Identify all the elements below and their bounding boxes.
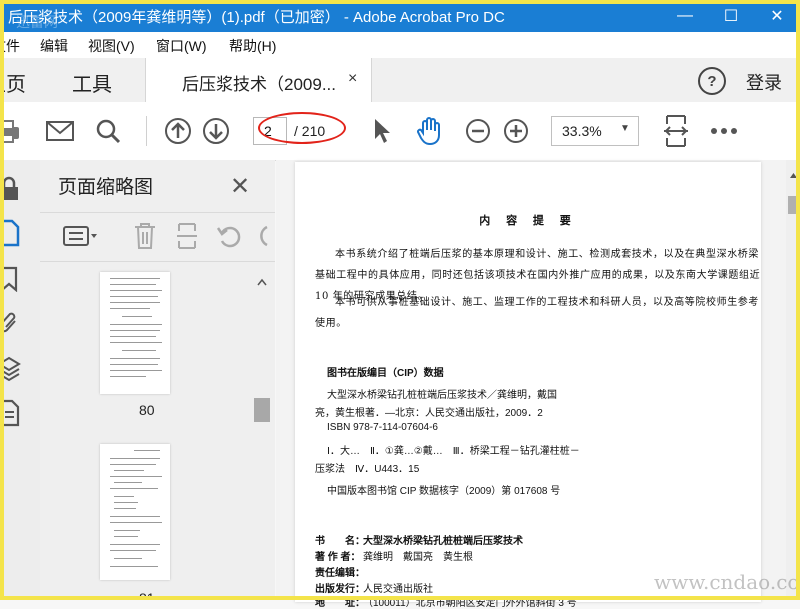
zoom-level-select[interactable]: 33.3% ▼ xyxy=(551,116,639,146)
site-watermark: www.cndao.com xyxy=(654,570,800,594)
tabs-row: 主页 工具 后压浆技术（2009... × ? 登录 xyxy=(0,58,800,103)
close-tab-icon[interactable]: × xyxy=(348,70,357,88)
tab-document[interactable]: 后压浆技术（2009... × xyxy=(145,58,372,102)
tab-tools[interactable]: 工具 xyxy=(72,68,112,97)
scroll-up-icon[interactable] xyxy=(257,278,267,286)
tab-home[interactable]: 主页 xyxy=(0,68,26,97)
page-heading: 内 容 提 要 xyxy=(479,214,577,227)
rotate-page-icon[interactable] xyxy=(214,221,244,251)
page-total: / 210 xyxy=(294,123,326,139)
menu-file[interactable]: 文件 xyxy=(0,36,20,56)
help-icon[interactable]: ? xyxy=(698,67,726,95)
minimize-button[interactable]: — xyxy=(662,0,708,32)
login-button[interactable]: 登录 xyxy=(746,69,782,95)
panel-scroll-thumb[interactable] xyxy=(254,398,270,422)
audience-paragraph: 本书可供从事桩基础设计、施工、监理工作的工程技术和科研人员，以及高等院校师生参考… xyxy=(315,297,759,329)
menu-help[interactable]: 帮助(H) xyxy=(229,36,276,56)
menu-edit[interactable]: 编辑 xyxy=(40,36,68,56)
cip-line: 压浆法 Ⅳ．U443．15 xyxy=(315,464,420,475)
cip-title: 图书在版编目（CIP）数据 xyxy=(327,368,444,379)
options-menu-icon[interactable] xyxy=(60,221,100,251)
publisher-label: 出版发行： xyxy=(315,584,365,595)
zoom-value: 33.3% xyxy=(562,123,602,139)
title-bar[interactable]: 后压浆技术（2009年龚维明等）(1).pdf（已加密） - Adobe Acr… xyxy=(0,0,800,32)
more-icon[interactable] xyxy=(708,115,740,147)
document-tab-label: 后压浆技术（2009... xyxy=(182,75,336,94)
menu-view[interactable]: 视图(V) xyxy=(88,36,135,56)
page-thumbnails-icon[interactable] xyxy=(0,218,24,248)
panel-title: 页面缩略图 xyxy=(58,177,154,198)
book-label: 书 名： xyxy=(315,536,365,547)
toolbar-separator xyxy=(146,116,147,146)
page-number-input[interactable]: 2 xyxy=(253,117,287,145)
toolbar: 2 / 210 33.3% ▼ xyxy=(0,102,800,161)
thumbnail-page-80[interactable] xyxy=(100,272,170,394)
thumbnail-page-number: 81 xyxy=(139,590,155,600)
cip-line: 亮，黄生根著．—北京：人民交通出版社，2009．2 xyxy=(315,408,543,419)
layers-icon[interactable] xyxy=(0,354,24,384)
cip-line: Ⅰ．大… Ⅱ．①龚…②戴… Ⅲ．桥梁工程－钻孔灌柱桩－ xyxy=(327,446,580,457)
zoom-in-icon[interactable] xyxy=(500,115,532,147)
thumbnail-page-81[interactable] xyxy=(100,444,170,580)
author-value: 龚维明 戴国亮 黄生根 xyxy=(363,552,473,563)
bookmark-icon[interactable] xyxy=(0,264,24,294)
window-title: 后压浆技术（2009年龚维明等）(1).pdf（已加密） - Adobe Acr… xyxy=(8,9,505,26)
more-tools-icon[interactable] xyxy=(252,221,272,251)
email-icon[interactable] xyxy=(44,115,76,147)
lock-icon[interactable] xyxy=(0,174,24,204)
navigation-rail xyxy=(0,160,41,600)
attachment-icon[interactable] xyxy=(0,308,24,338)
next-page-icon[interactable] xyxy=(200,115,232,147)
select-arrow-icon[interactable] xyxy=(366,115,398,147)
zoom-out-icon[interactable] xyxy=(462,115,494,147)
pdf-page: 内 容 提 要 本书系统介绍了桩端后压浆的基本原理和设计、施工、检测成套技术，以… xyxy=(295,162,761,609)
document-properties-icon[interactable] xyxy=(0,398,24,428)
cip-line: 中国版本图书馆 CIP 数据核字（2009）第 017608 号 xyxy=(327,486,561,497)
thumbnail-page-number: 80 xyxy=(139,402,155,418)
extract-page-icon[interactable] xyxy=(172,221,202,251)
hand-tool-icon[interactable] xyxy=(414,115,446,147)
delete-page-icon[interactable] xyxy=(130,221,160,251)
scroll-up-icon[interactable] xyxy=(789,172,798,179)
chevron-down-icon: ▼ xyxy=(620,123,630,134)
thumbnail-list[interactable]: 80 81 xyxy=(40,260,275,600)
search-icon[interactable] xyxy=(92,115,124,147)
fit-page-icon[interactable] xyxy=(660,115,692,147)
maximize-button[interactable]: ☐ xyxy=(708,0,754,32)
document-scrollbar[interactable] xyxy=(786,160,800,600)
panel-toolbar xyxy=(40,212,275,262)
print-icon[interactable] xyxy=(0,115,22,147)
author-label: 著 作 者： xyxy=(315,552,361,563)
cip-line: 大型深水桥梁钻孔桩桩端后压浆技术／龚维明，戴国 xyxy=(327,390,557,401)
editor-label: 责任编辑： xyxy=(315,568,365,579)
book-value: 大型深水桥梁钻孔桩桩端后压浆技术 xyxy=(363,536,523,547)
thumbnails-panel: 页面缩略图 ✕ 80 81 xyxy=(40,160,275,600)
close-window-button[interactable]: ✕ xyxy=(754,0,800,32)
publisher-value: 人民交通出版社 xyxy=(363,584,433,595)
address-value: （100011）北京市朝阳区安定门外外馆斜街 3 号 xyxy=(363,598,577,609)
document-view[interactable]: 内 容 提 要 本书系统介绍了桩端后压浆的基本原理和设计、施工、检测成套技术，以… xyxy=(276,160,786,609)
panel-scrollbar[interactable] xyxy=(252,260,272,600)
watermark-text: 迅雷网 xyxy=(16,15,58,31)
address-label: 地 址： xyxy=(315,598,365,609)
cip-line: ISBN 978-7-114-07604-6 xyxy=(327,422,438,433)
close-panel-icon[interactable]: ✕ xyxy=(230,172,250,201)
document-scroll-thumb[interactable] xyxy=(788,196,798,214)
menu-window[interactable]: 窗口(W) xyxy=(156,36,207,56)
prev-page-icon[interactable] xyxy=(162,115,194,147)
menu-bar: 文件 编辑 视图(V) 窗口(W) 帮助(H) xyxy=(0,32,800,58)
